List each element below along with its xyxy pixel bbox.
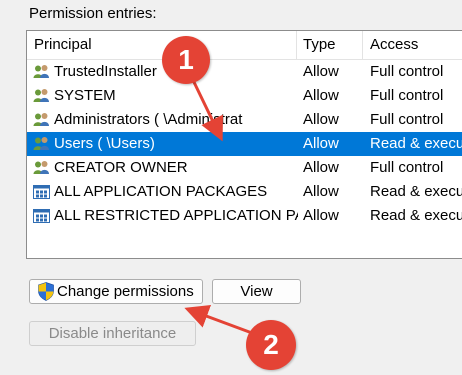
app-package-icon xyxy=(33,184,50,200)
permission-type: Allow xyxy=(303,63,339,80)
permission-type: Allow xyxy=(303,111,339,128)
principal-name: Administrators ( \Administrat xyxy=(54,111,243,128)
list-header: Principal Type Access xyxy=(27,31,462,60)
permission-access: Full control xyxy=(370,63,444,80)
user-group-icon xyxy=(33,88,50,104)
permission-access: Read & execu xyxy=(370,135,462,152)
user-group-icon xyxy=(33,112,50,128)
disable-inheritance-button[interactable]: Disable inheritance xyxy=(29,321,196,346)
permission-type: Allow xyxy=(303,207,339,224)
table-row[interactable]: ALL RESTRICTED APPLICATION PA... Allow R… xyxy=(27,204,462,228)
column-header-type[interactable]: Type xyxy=(297,31,363,59)
principal-name: Users ( \Users) xyxy=(54,135,155,152)
permission-type: Allow xyxy=(303,87,339,104)
user-group-icon xyxy=(33,136,50,152)
permission-access: Full control xyxy=(370,111,444,128)
annotation-marker-1: 1 xyxy=(162,36,210,84)
column-header-access[interactable]: Access xyxy=(363,31,462,59)
permission-entries-label: Permission entries: xyxy=(29,5,157,22)
permission-access: Full control xyxy=(370,159,444,176)
permission-type: Allow xyxy=(303,135,339,152)
permission-entries-list[interactable]: Principal Type Access TrustedInstaller A… xyxy=(26,30,462,259)
user-group-icon xyxy=(33,64,50,80)
table-row[interactable]: ALL APPLICATION PACKAGES Allow Read & ex… xyxy=(27,180,462,204)
table-row[interactable]: CREATOR OWNER Allow Full control xyxy=(27,156,462,180)
principal-name: CREATOR OWNER xyxy=(54,159,188,176)
uac-shield-icon xyxy=(38,282,54,301)
principal-name: SYSTEM xyxy=(54,87,116,104)
permission-access: Read & execu xyxy=(370,207,462,224)
table-row[interactable]: SYSTEM Allow Full control xyxy=(27,84,462,108)
table-row[interactable]: Users ( \Users) Allow Read & execu xyxy=(27,132,462,156)
permission-type: Allow xyxy=(303,183,339,200)
principal-name: ALL RESTRICTED APPLICATION PA... xyxy=(54,207,298,224)
table-row[interactable]: TrustedInstaller Allow Full control xyxy=(27,60,462,84)
table-row[interactable]: Administrators ( \Administrat Allow Full… xyxy=(27,108,462,132)
annotation-arrow-2 xyxy=(184,305,253,335)
change-permissions-label: Change permissions xyxy=(57,283,194,300)
change-permissions-button[interactable]: Change permissions xyxy=(29,279,203,304)
app-package-icon xyxy=(33,208,50,224)
view-button[interactable]: View xyxy=(212,279,301,304)
permission-access: Full control xyxy=(370,87,444,104)
annotation-marker-2: 2 xyxy=(246,320,296,370)
permission-access: Read & execu xyxy=(370,183,462,200)
advanced-security-settings-panel: Permission entries: Principal Type Acces… xyxy=(0,0,462,375)
user-group-icon xyxy=(33,160,50,176)
permission-type: Allow xyxy=(303,159,339,176)
principal-name: ALL APPLICATION PACKAGES xyxy=(54,183,268,200)
